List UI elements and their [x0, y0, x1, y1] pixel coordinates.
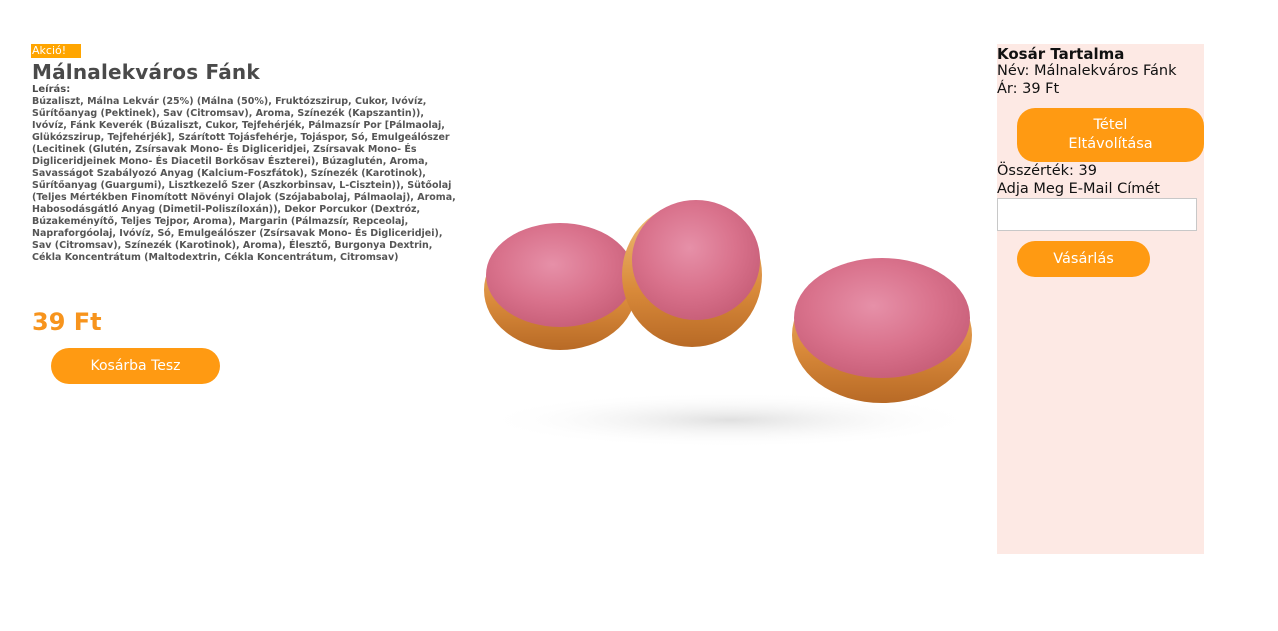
cart-item-name: Név: Málnalekváros Fánk — [997, 63, 1177, 79]
email-input[interactable] — [997, 198, 1197, 231]
cart-title: Kosár Tartalma — [997, 45, 1125, 63]
donut-right-graphic — [792, 258, 972, 403]
cart-panel: Kosár Tartalma Név: Málnalekváros Fánk Á… — [997, 44, 1204, 554]
sale-badge: Akció! — [31, 44, 81, 58]
product-title: Málnalekváros Fánk — [32, 60, 260, 84]
product-description: Búzaliszt, Málna Lekvár (25%) (Málna (50… — [32, 96, 456, 263]
cart-item-price: Ár: 39 Ft — [997, 81, 1060, 97]
description-label: Leírás: — [32, 84, 71, 95]
donut-left-graphic — [484, 223, 636, 350]
remove-item-label-line2: Eltávolítása — [1068, 136, 1153, 152]
donut-middle-graphic — [622, 200, 762, 347]
purchase-button[interactable]: Vásárlás — [1017, 241, 1150, 277]
add-to-cart-button[interactable]: Kosárba Tesz — [51, 348, 220, 384]
product-price: 39 Ft — [32, 308, 102, 336]
remove-item-label-line1: Tétel — [1093, 117, 1128, 133]
remove-item-button[interactable]: Tétel Eltávolítása — [1017, 108, 1204, 162]
email-prompt: Adja Meg E-Mail Címét — [997, 181, 1160, 197]
product-image — [480, 200, 980, 448]
cart-total: Összérték: 39 — [997, 163, 1097, 179]
